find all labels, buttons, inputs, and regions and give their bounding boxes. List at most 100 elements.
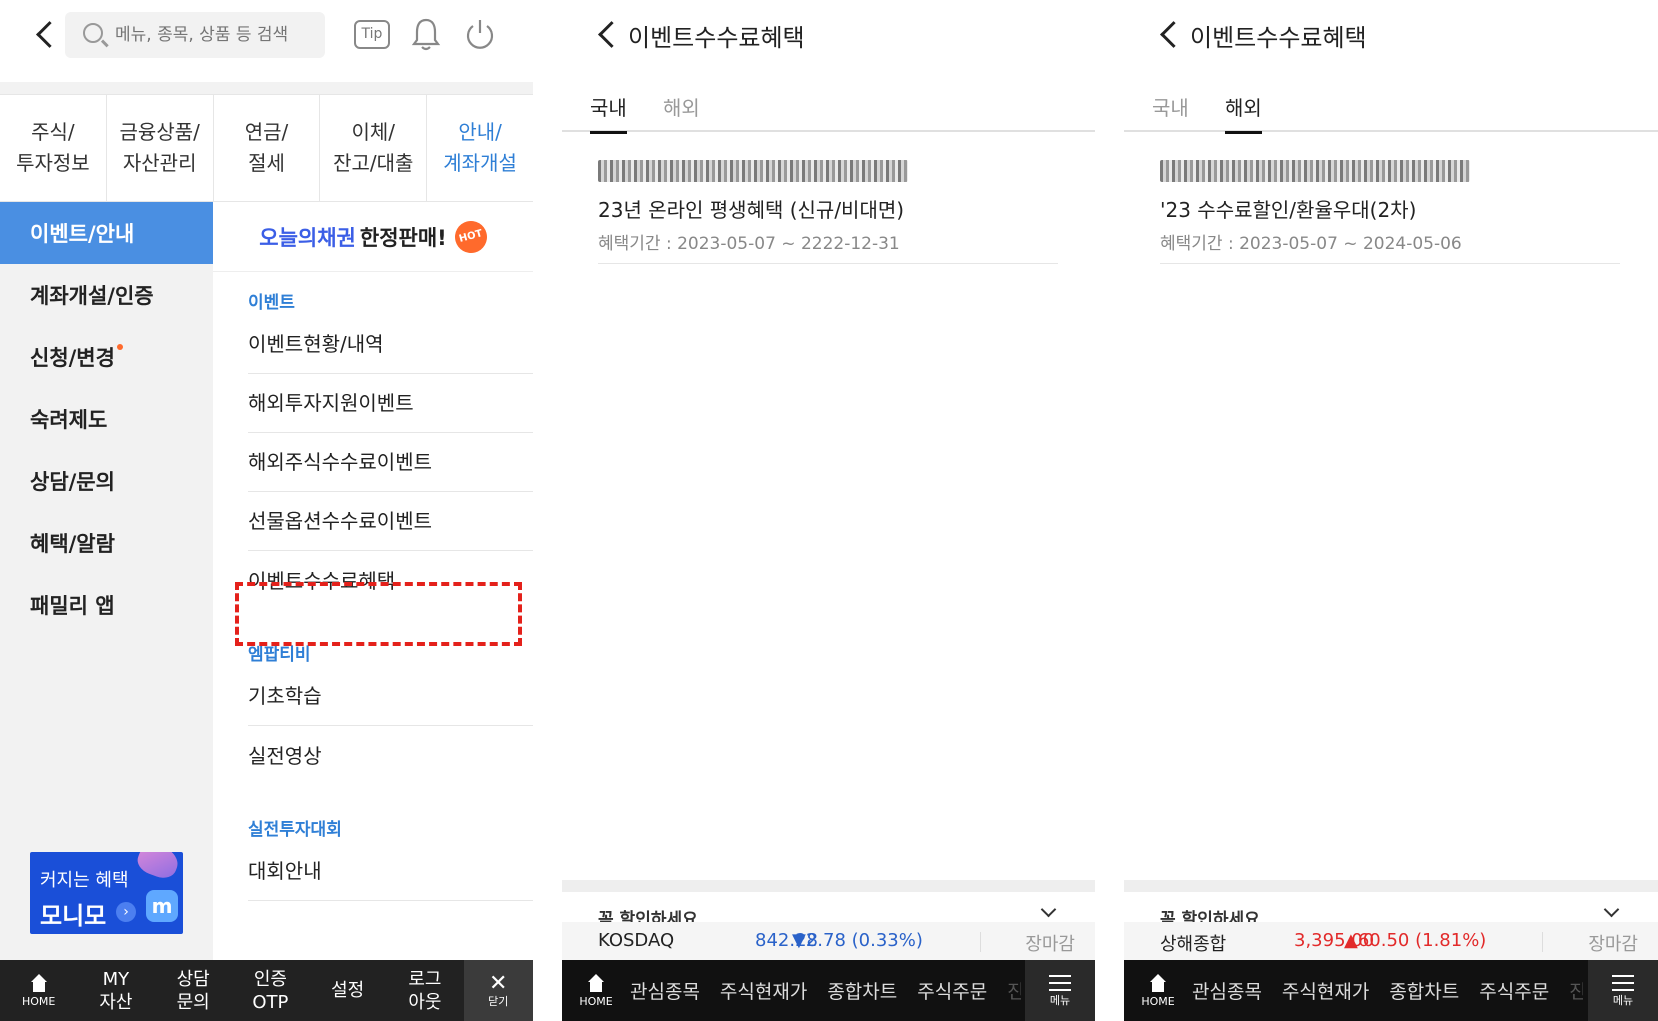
page-title: 이벤트수수료혜택 — [628, 24, 805, 52]
menu-button[interactable]: 메뉴 — [1588, 960, 1658, 1021]
sidebar-item[interactable]: 패밀리 앱 — [0, 574, 213, 636]
category-tab[interactable]: 연금/ 절세 — [214, 95, 321, 201]
hamburger-icon — [1612, 974, 1634, 991]
category-tab[interactable]: 금융상품/ 자산관리 — [107, 95, 214, 201]
power-icon[interactable] — [464, 16, 496, 52]
sidebar-item[interactable]: 혜택/알람 — [0, 512, 213, 574]
event-card[interactable]: 23년 온라인 평생혜택 (신규/비대면) 혜택기간 : 2023-05-07 ~… — [598, 160, 1058, 264]
bottom-nav-item[interactable]: 종합차트 — [1389, 977, 1459, 1004]
tab-domestic[interactable]: 국내 — [1152, 92, 1189, 132]
bottom-nav-label: 상담 문의 — [176, 968, 210, 1013]
bottom-nav-item[interactable]: 관심종목 — [1192, 977, 1262, 1004]
hot-badge: HOT — [451, 216, 491, 257]
close-button[interactable]: ✕ 닫기 — [463, 960, 533, 1021]
event-banner-image — [1160, 160, 1470, 182]
ribbon-graphic — [134, 852, 182, 882]
bottom-nav: HOME 관심종목 주식현재가 종합차트 주식주문 진메뉴 — [1124, 960, 1658, 1021]
menu-label: 메뉴 — [1612, 993, 1634, 1007]
new-dot-icon — [117, 344, 123, 350]
menu-item[interactable]: 선물옵션수수료이벤트 — [248, 489, 533, 551]
bottom-nav-label: 로그 아웃 — [408, 968, 442, 1013]
tab-overseas[interactable]: 해외 — [1225, 92, 1262, 134]
bottom-nav-label: MY 자산 — [99, 968, 133, 1013]
back-arrow-icon[interactable] — [1158, 22, 1182, 46]
ticker-name: KOSDAQ — [598, 930, 675, 951]
bottom-nav-item[interactable]: 종합차트 — [827, 977, 897, 1004]
menu-label: 메뉴 — [1049, 993, 1071, 1007]
header: 이벤트수수료혜택 — [1124, 0, 1658, 72]
bottom-nav-item[interactable]: 주식주문 — [1479, 977, 1549, 1004]
home-button[interactable]: HOME — [562, 973, 630, 1008]
bottom-nav-item[interactable]: 주식현재가 — [720, 977, 807, 1004]
chevron-down-icon[interactable] — [1041, 904, 1055, 918]
bottom-nav-item-partial[interactable]: 진 — [1007, 977, 1021, 1004]
sidebar-item-label: 혜택/알람 — [30, 532, 115, 556]
sidebar-item[interactable]: 이벤트/안내 — [0, 202, 213, 264]
ticker-divider — [1542, 932, 1543, 952]
hamburger-icon — [1049, 974, 1071, 991]
home-button[interactable]: HOME — [0, 960, 77, 1021]
sidebar-item[interactable]: 계좌개설/인증 — [0, 264, 213, 326]
bottom-nav: HOME MY 자산 상담 문의 인증 OTP 설정 로그 아웃 ✕ 닫기 — [0, 960, 533, 1021]
sidebar-item[interactable]: 신청/변경 — [0, 326, 213, 388]
search-box[interactable] — [65, 12, 325, 58]
home-button[interactable]: HOME — [1124, 973, 1192, 1008]
category-tab[interactable]: 안내/ 계좌개설 — [427, 95, 533, 201]
bond-sale-banner[interactable]: 오늘의채권 한정판매! HOT — [213, 202, 533, 272]
tab-domestic[interactable]: 국내 — [590, 92, 627, 134]
category-tab[interactable]: 이체/ 잔고/대출 — [320, 95, 428, 201]
tip-icon[interactable]: Tip — [354, 20, 390, 49]
menu-item[interactable]: 해외투자지원이벤트 — [248, 371, 533, 433]
close-icon: ✕ — [489, 971, 508, 996]
event-period: 혜택기간 : 2023-05-07 ~ 2024-05-06 — [1160, 234, 1462, 254]
event-card[interactable]: '23 수수료할인/환율우대(2차) 혜택기간 : 2023-05-07 ~ 20… — [1160, 160, 1620, 264]
bottom-nav-item[interactable]: 주식주문 — [917, 977, 987, 1004]
sidebar-item[interactable]: 숙려제도 — [0, 388, 213, 450]
search-icon — [83, 23, 103, 43]
menu-item[interactable]: 해외주식수수료이벤트 — [248, 430, 533, 492]
home-label: HOME — [21, 994, 56, 1008]
bottom-nav-button[interactable]: 인증 OTP — [232, 960, 309, 1021]
menu-item[interactable]: 이벤트현황/내역 — [248, 312, 533, 374]
index-ticker[interactable]: KOSDAQ 842.28 ▼2.78 (0.33%) 장마감 — [562, 922, 1095, 960]
sidebar-item[interactable]: 상담/문의 — [0, 450, 213, 512]
market-tabs: 국내 해외 — [562, 82, 1095, 134]
event-title: 23년 온라인 평생혜택 (신규/비대면) — [598, 198, 905, 222]
back-arrow-icon[interactable] — [596, 22, 620, 46]
divider-band — [562, 880, 1095, 892]
chevron-right-icon: › — [116, 902, 136, 922]
market-tabs: 국내 해외 — [1124, 82, 1658, 134]
index-ticker[interactable]: 상해종합 3,395.00 ▲60.50 (1.81%) 장마감 — [1124, 922, 1658, 960]
menu-item[interactable]: 실전영상 — [248, 723, 533, 785]
menu-screen: Tip 주식/ 투자정보금융상품/ 자산관리연금/ 절세이체/ 잔고/대출안내/… — [0, 0, 533, 1021]
monimo-logo-icon: m — [146, 890, 178, 922]
bottom-nav-button[interactable]: MY 자산 — [77, 960, 154, 1021]
menu-item[interactable]: 대회안내 — [248, 839, 533, 901]
category-tab[interactable]: 주식/ 투자정보 — [0, 95, 107, 201]
bottom-nav-item-partial[interactable]: 진 — [1569, 977, 1583, 1004]
highlight-dashed-box — [235, 582, 522, 646]
monimo-promo-banner[interactable]: 커지는 혜택 모니모 › m — [30, 852, 183, 934]
page-title: 이벤트수수료혜택 — [1190, 24, 1367, 52]
promo-line2: 모니모 — [40, 902, 107, 930]
menu-button[interactable]: 메뉴 — [1025, 960, 1095, 1021]
bottom-nav-item[interactable]: 주식현재가 — [1282, 977, 1369, 1004]
section-heading: 실전투자대회 — [248, 820, 342, 840]
search-input[interactable] — [115, 20, 315, 50]
bell-icon[interactable] — [411, 16, 441, 52]
bottom-nav-button[interactable]: 설정 — [309, 960, 386, 1021]
banner-highlight: 오늘의채권 — [259, 225, 356, 250]
promo-line1: 커지는 혜택 — [40, 870, 129, 891]
back-arrow-icon[interactable] — [34, 22, 58, 46]
menu-item[interactable]: 기초학습 — [248, 664, 533, 726]
banner-text: 한정판매! — [359, 225, 447, 250]
event-banner-image — [598, 160, 908, 182]
chevron-down-icon[interactable] — [1604, 904, 1618, 918]
tab-overseas[interactable]: 해외 — [663, 92, 700, 132]
bottom-nav-item[interactable]: 관심종목 — [630, 977, 700, 1004]
ticker-change: ▼2.78 (0.33%) — [792, 930, 923, 951]
bottom-nav-button[interactable]: 로그 아웃 — [386, 960, 463, 1021]
divider-band — [1124, 880, 1658, 892]
bottom-nav-button[interactable]: 상담 문의 — [155, 960, 232, 1021]
sidebar-item-label: 패밀리 앱 — [30, 594, 115, 618]
